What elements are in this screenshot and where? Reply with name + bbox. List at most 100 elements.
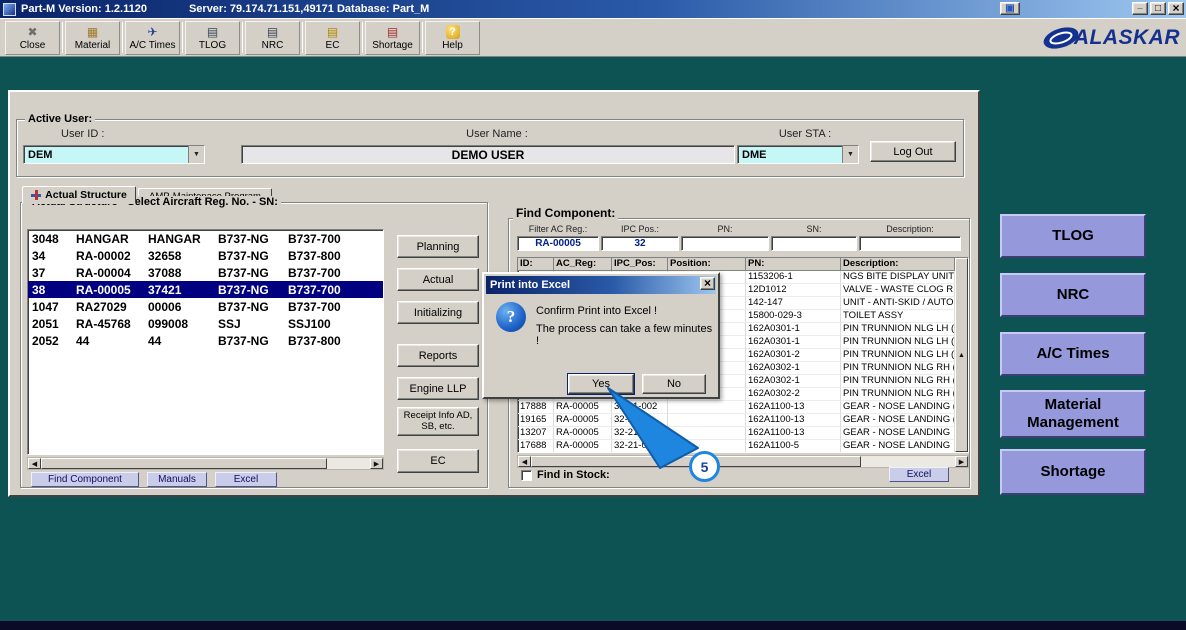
component-grid-vscrollbar[interactable]: [955, 258, 968, 452]
scrollbar-track[interactable]: [861, 456, 955, 467]
planning-button[interactable]: Planning: [397, 235, 479, 258]
grid-cell: RA-00005: [554, 440, 612, 452]
toolbar-close-button[interactable]: Close: [5, 20, 60, 55]
grid-cell: 162A0302-1: [746, 375, 841, 388]
reports-button[interactable]: Reports: [397, 344, 479, 367]
chevron-down-icon[interactable]: [842, 146, 858, 163]
help-icon: [444, 24, 462, 39]
component-row[interactable]: 19165 RA-00005 32-21-00 162A1100-13 GEAR - N…: [518, 414, 968, 427]
grid-column-header[interactable]: PN:: [746, 258, 841, 271]
pn-input[interactable]: [681, 236, 769, 251]
annotation-step-badge: 5: [689, 451, 720, 482]
scroll-left-icon[interactable]: [518, 456, 531, 467]
aircraft-row[interactable]: 2052 44 44 B737-NG B737-800: [28, 332, 383, 349]
aircraft-row[interactable]: 34 RA-00002 32658 B737-NG B737-800: [28, 247, 383, 264]
toolbar-shortage-button[interactable]: Shortage: [365, 20, 420, 55]
sn-input[interactable]: [771, 236, 857, 251]
initializing-button[interactable]: Initializing: [397, 301, 479, 324]
toolbar-separator: [122, 22, 123, 53]
pn-label: PN:: [717, 224, 733, 234]
toolbar-separator: [422, 22, 423, 53]
side-ac-times-button[interactable]: A/C Times: [1000, 332, 1146, 376]
aircraft-cell: 44: [76, 333, 90, 348]
grid-column-header[interactable]: Position:: [668, 258, 746, 271]
sn-label: SN:: [806, 224, 822, 234]
side-nrc-button[interactable]: NRC: [1000, 273, 1146, 317]
aircraft-cell: 37421: [148, 282, 182, 297]
log-out-button[interactable]: Log Out: [870, 141, 956, 162]
toolbar-label: A/C Times: [129, 40, 176, 51]
side-shortage-button[interactable]: Shortage: [1000, 449, 1146, 495]
toolbar-ac-times-button[interactable]: A/C Times: [125, 20, 180, 55]
excel-button-right[interactable]: Excel: [889, 467, 949, 482]
user-sta-combo[interactable]: DME: [737, 145, 859, 164]
scroll-left-icon[interactable]: [28, 458, 41, 469]
ipc-pos-input[interactable]: 32: [601, 236, 679, 251]
component-row[interactable]: 17888 RA-00005 32-21-002 162A1100-13 GEAR - …: [518, 401, 968, 414]
scrollbar-track[interactable]: [327, 458, 370, 469]
excel-button-left[interactable]: Excel: [215, 472, 277, 487]
find-in-stock-checkbox[interactable]: [521, 470, 532, 481]
aircraft-cell: 32658: [148, 248, 182, 263]
close-window-button[interactable]: [1168, 2, 1184, 15]
actual-button[interactable]: Actual: [397, 268, 479, 291]
yes-button[interactable]: Yes: [567, 373, 635, 395]
description-input[interactable]: [859, 236, 961, 251]
aircraft-cell: 37: [32, 265, 46, 280]
tab-actual-structure[interactable]: Actual Structure: [22, 186, 136, 204]
restore-button[interactable]: [1150, 2, 1166, 15]
aircraft-row[interactable]: 37 RA-00004 37088 B737-NG B737-700: [28, 264, 383, 281]
component-row[interactable]: 13207 RA-00005 32-21-00 162A1100-13 GEAR - N…: [518, 427, 968, 440]
scroll-up-icon[interactable]: [955, 258, 968, 452]
user-sta-label: User STA :: [778, 128, 832, 140]
toolbar-material-button[interactable]: Material: [65, 20, 120, 55]
aircraft-row[interactable]: 3048 HANGAR HANGAR B737-NG B737-700: [28, 230, 383, 247]
grid-column-header[interactable]: Description:: [841, 258, 955, 271]
dialog-message-line1: Confirm Print into Excel !: [536, 305, 658, 317]
toolbar-help-button[interactable]: Help: [425, 20, 480, 55]
engine-llp-button[interactable]: Engine LLP: [397, 377, 479, 400]
aircraft-cell: HANGAR: [76, 231, 129, 246]
no-button[interactable]: No: [642, 374, 706, 394]
toolbar-separator: [362, 22, 363, 53]
grid-column-header[interactable]: ID:: [518, 258, 554, 271]
chevron-down-icon[interactable]: [188, 146, 204, 163]
side-material-management-button[interactable]: Material Management: [1000, 390, 1146, 438]
aircraft-row[interactable]: 38 RA-00005 37421 B737-NG B737-700: [28, 281, 383, 298]
grid-cell: 19165: [518, 414, 554, 427]
grid-cell: RA-00005: [554, 427, 612, 440]
ec-button[interactable]: EC: [397, 449, 479, 473]
user-id-combo[interactable]: DEM: [23, 145, 205, 164]
minimize-button[interactable]: [1132, 2, 1148, 15]
toolbar-label: Shortage: [372, 40, 413, 51]
grid-column-header[interactable]: AC_Reg:: [554, 258, 612, 271]
aircraft-list[interactable]: 3048 HANGAR HANGAR B737-NG B737-700 34 RA-0000…: [27, 229, 384, 455]
aircraft-cell: 38: [32, 282, 46, 297]
side-tlog-button[interactable]: TLOG: [1000, 214, 1146, 258]
filter-ac-reg-input[interactable]: RA-00005: [517, 236, 599, 251]
receipt-info-button[interactable]: Receipt Info AD, SB, etc.: [397, 407, 479, 436]
toolbar-tlog-button[interactable]: TLOG: [185, 20, 240, 55]
scroll-right-icon[interactable]: [955, 456, 968, 467]
grid-cell: UNIT - ANTI-SKID / AUTO: [841, 297, 955, 310]
print-into-excel-dialog: Print into Excel Confirm Print into Exce…: [482, 272, 720, 399]
aircraft-row[interactable]: 1047 RA27029 00006 B737-NG B737-700: [28, 298, 383, 315]
dialog-close-icon[interactable]: [700, 277, 715, 290]
window-mini-icon[interactable]: [1000, 2, 1020, 15]
grid-cell: 162A0301-1: [746, 323, 841, 336]
scroll-right-icon[interactable]: [370, 458, 383, 469]
scrollbar-thumb[interactable]: [41, 458, 327, 469]
actual-structure-group: Actual Structure - Select Aircraft Reg. …: [20, 196, 488, 488]
toolbar-ec-button[interactable]: EC: [305, 20, 360, 55]
grid-column-header[interactable]: IPC_Pos:: [612, 258, 668, 271]
aircraft-row[interactable]: 2051 RA-45768 099008 SSJ SSJ100: [28, 315, 383, 332]
manuals-button[interactable]: Manuals: [147, 472, 207, 487]
aircraft-list-hscrollbar[interactable]: [27, 457, 384, 470]
dialog-title-bar[interactable]: Print into Excel: [486, 276, 716, 294]
grid-cell: [668, 401, 746, 414]
toolbar-separator: [302, 22, 303, 53]
toolbar-nrc-button[interactable]: NRC: [245, 20, 300, 55]
component-row[interactable]: 17688 RA-00005 32-21-00 162A1100-5 GEAR - NO…: [518, 440, 968, 452]
find-component-button[interactable]: Find Component: [31, 472, 139, 487]
tlog-icon: [204, 24, 222, 39]
